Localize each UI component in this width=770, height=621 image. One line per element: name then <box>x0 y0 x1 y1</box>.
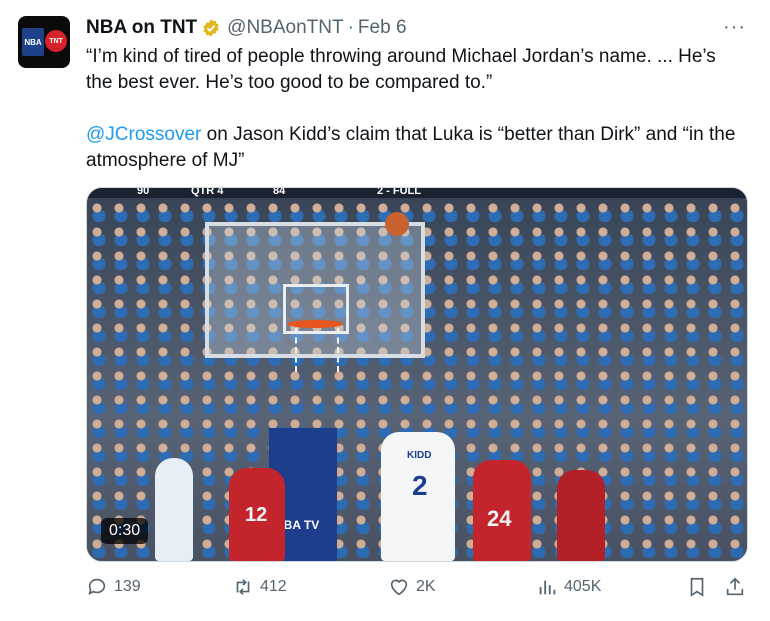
like-button[interactable]: 2K <box>388 576 436 598</box>
shot-clock-label: 2 - FULL <box>377 187 421 197</box>
tweet-context: @JCrossover on Jason Kidd’s claim that L… <box>86 122 746 174</box>
reply-count: 139 <box>114 578 141 595</box>
tweet-date[interactable]: Feb 6 <box>358 17 407 39</box>
like-count: 2K <box>416 578 436 595</box>
player-red-12-number: 12 <box>245 504 268 526</box>
video-duration: 0:30 <box>101 518 149 544</box>
author-handle[interactable]: @NBAonTNT <box>227 17 343 39</box>
score-right: 84 <box>273 187 286 197</box>
views-button[interactable]: 405K <box>536 576 601 598</box>
retweet-icon <box>236 579 250 595</box>
player-kidd-name: KIDD <box>407 450 432 461</box>
player-red-24-number: 24 <box>487 506 512 531</box>
mention-link[interactable]: @JCrossover <box>86 124 201 145</box>
bookmark-button[interactable] <box>686 576 714 598</box>
quarter-label: QTR 4 <box>191 187 224 197</box>
retweet-count: 412 <box>260 578 287 595</box>
separator-dot: · <box>347 17 354 38</box>
score-left: 90 <box>137 187 150 197</box>
nba-logo: NBA <box>22 28 44 56</box>
tweet-text: “I’m kind of tired of people throwing ar… <box>86 44 746 174</box>
score-bar: 90 QTR 4 84 2 - FULL <box>87 188 747 198</box>
verified-icon <box>203 19 219 37</box>
comment-icon <box>88 578 106 595</box>
player-left <box>155 458 193 561</box>
author-name[interactable]: NBA on TNT <box>86 17 197 39</box>
video-player[interactable]: 90 QTR 4 84 2 - FULL NBA TV 12 KIDD 2 24… <box>86 187 748 562</box>
tweet-header: NBA on TNT @NBAonTNT · Feb 6 <box>86 14 407 42</box>
net <box>295 328 339 372</box>
player-kidd-number: 2 <box>412 470 428 501</box>
tweet-quote: “I’m kind of tired of people throwing ar… <box>86 46 716 93</box>
tnt-logo: TNT <box>45 30 67 52</box>
basketball <box>385 212 409 236</box>
share-button[interactable] <box>724 576 752 598</box>
action-bar: 139 412 2K 405K <box>86 576 752 604</box>
player-red-right <box>557 470 605 561</box>
view-count: 405K <box>564 578 602 595</box>
retweet-button[interactable]: 412 <box>232 576 287 598</box>
avatar[interactable]: NBA TNT <box>18 16 70 68</box>
heart-icon <box>390 579 408 596</box>
views-icon <box>539 580 556 595</box>
more-icon[interactable]: ··· <box>723 16 746 39</box>
bookmark-icon <box>690 577 704 597</box>
reply-button[interactable]: 139 <box>86 576 141 598</box>
rim <box>287 320 343 328</box>
share-icon <box>726 577 744 596</box>
